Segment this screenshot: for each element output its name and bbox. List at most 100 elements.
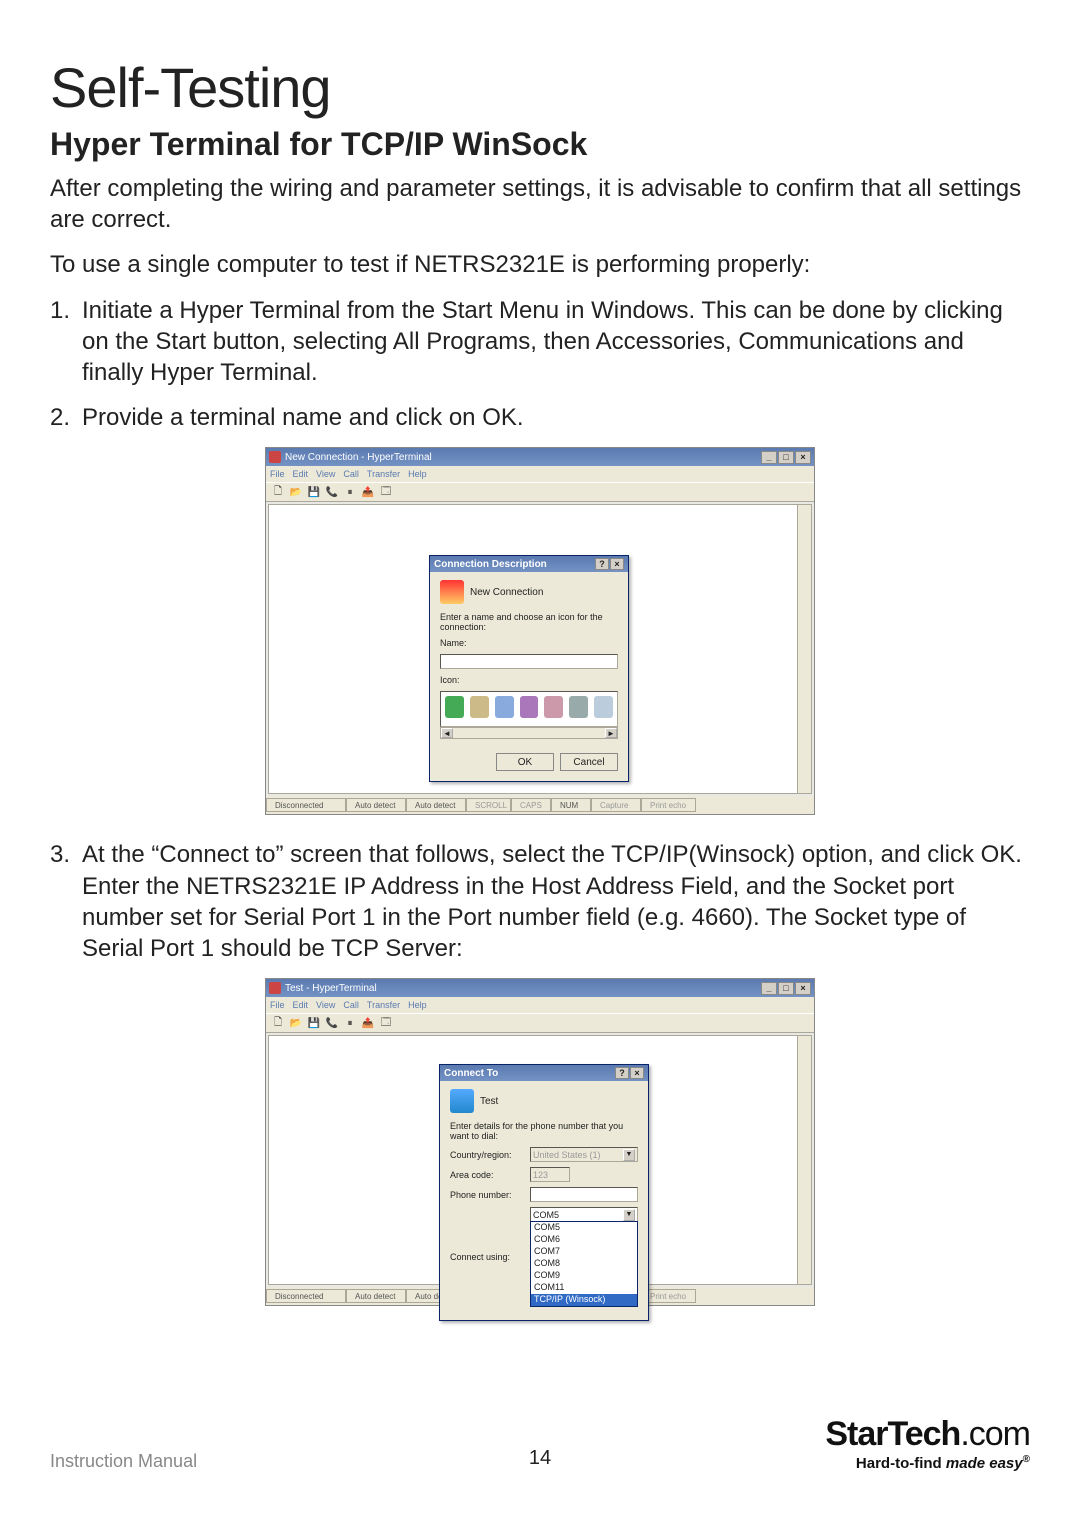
status-printecho: Print echo (641, 798, 696, 812)
icon-scrollbar[interactable]: ◄ ► (440, 727, 618, 739)
menu-edit[interactable]: Edit (293, 1000, 309, 1010)
cancel-button[interactable]: Cancel (560, 753, 618, 771)
window-title: Test - HyperTerminal (285, 983, 377, 994)
option-com5[interactable]: COM5 (531, 1222, 637, 1234)
toolbar-properties-icon[interactable]: 🗔 (378, 1015, 394, 1031)
menu-file[interactable]: File (270, 469, 285, 479)
option-com11[interactable]: COM11 (531, 1282, 637, 1294)
country-select[interactable]: United States (1)▼ (530, 1147, 638, 1162)
dialog-title: Connect To (444, 1068, 498, 1079)
option-com8[interactable]: COM8 (531, 1258, 637, 1270)
toolbar-send-icon[interactable]: 📤 (360, 1015, 376, 1031)
steps-list: Initiate a Hyper Terminal from the Start… (50, 295, 1030, 434)
screenshot-2: Test - HyperTerminal _ □ × File Edit Vie… (50, 978, 1030, 1306)
menu-file[interactable]: File (270, 1000, 285, 1010)
page-footer: Instruction Manual 14 StarTech.com Hard-… (50, 1415, 1030, 1472)
connection-icon (450, 1089, 474, 1113)
toolbar-open-icon[interactable]: 📂 (288, 1015, 304, 1031)
name-input[interactable] (440, 654, 618, 669)
menu-call[interactable]: Call (343, 469, 359, 479)
scrollbar-vertical[interactable] (797, 505, 811, 793)
option-tcpip-winsock[interactable]: TCP/IP (Winsock) (531, 1294, 637, 1306)
screenshot-1: New Connection - HyperTerminal _ □ × Fil… (50, 447, 1030, 815)
toolbar-disconnect-icon[interactable]: ⏸ (342, 1015, 358, 1031)
close-button[interactable]: × (795, 451, 811, 464)
icon-option-4[interactable] (520, 696, 539, 718)
menu-transfer[interactable]: Transfer (367, 469, 400, 479)
menu-help[interactable]: Help (408, 1000, 427, 1010)
option-com7[interactable]: COM7 (531, 1246, 637, 1258)
help-button[interactable]: ? (595, 558, 609, 570)
name-label: Name: (440, 638, 467, 648)
toolbar-call-icon[interactable]: 📞 (324, 1015, 340, 1031)
status-num: NUM (551, 798, 591, 812)
menu-edit[interactable]: Edit (293, 469, 309, 479)
intro-paragraph-2: To use a single computer to test if NETR… (50, 249, 1030, 280)
menu-view[interactable]: View (316, 469, 335, 479)
country-label: Country/region: (450, 1150, 530, 1160)
option-com9[interactable]: COM9 (531, 1270, 637, 1282)
icon-option-7[interactable] (594, 696, 613, 718)
status-connection: Disconnected (266, 798, 346, 812)
dialog-prompt: Enter a name and choose an icon for the … (440, 612, 618, 632)
areacode-input[interactable] (530, 1167, 570, 1182)
step-2: Provide a terminal name and click on OK. (82, 402, 1030, 433)
toolbar-save-icon[interactable]: 💾 (306, 484, 322, 500)
menu-help[interactable]: Help (408, 469, 427, 479)
menu-view[interactable]: View (316, 1000, 335, 1010)
chevron-down-icon: ▼ (623, 1209, 635, 1221)
scroll-right-icon[interactable]: ► (605, 728, 617, 738)
connectusing-listbox[interactable]: COM5 COM6 COM7 COM8 COM9 COM11 TCP/IP (W… (530, 1221, 638, 1307)
help-button[interactable]: ? (615, 1067, 629, 1079)
toolbar-call-icon[interactable]: 📞 (324, 484, 340, 500)
icon-picker[interactable] (440, 691, 618, 727)
close-button[interactable]: × (795, 982, 811, 995)
connect-to-dialog: Connect To ? × Test Enter details for th… (439, 1064, 649, 1321)
toolbar-properties-icon[interactable]: 🗔 (378, 484, 394, 500)
toolbar-open-icon[interactable]: 📂 (288, 484, 304, 500)
dialog-titlebar[interactable]: Connection Description ? × (430, 556, 628, 572)
toolbar-new-icon[interactable]: 🗋 (270, 484, 286, 500)
statusbar: Disconnected Auto detect Auto detect SCR… (266, 796, 814, 814)
scrollbar-vertical[interactable] (797, 1036, 811, 1284)
toolbar-disconnect-icon[interactable]: ⏸ (342, 484, 358, 500)
toolbar-save-icon[interactable]: 💾 (306, 1015, 322, 1031)
icon-option-5[interactable] (544, 696, 563, 718)
status-printecho: Print echo (641, 1289, 696, 1303)
menu-call[interactable]: Call (343, 1000, 359, 1010)
dialog-close-button[interactable]: × (610, 558, 624, 570)
phone-input[interactable] (530, 1187, 638, 1202)
ok-button[interactable]: OK (496, 753, 554, 771)
status-autodetect-1: Auto detect (346, 798, 406, 812)
option-com6[interactable]: COM6 (531, 1234, 637, 1246)
icon-option-6[interactable] (569, 696, 588, 718)
hyperterminal-window-2: Test - HyperTerminal _ □ × File Edit Vie… (265, 978, 815, 1306)
maximize-button[interactable]: □ (778, 982, 794, 995)
intro-paragraph-1: After completing the wiring and paramete… (50, 173, 1030, 235)
step-1: Initiate a Hyper Terminal from the Start… (82, 295, 1030, 389)
connectusing-select[interactable]: COM5▼ (530, 1207, 638, 1222)
icon-option-3[interactable] (495, 696, 514, 718)
window-titlebar[interactable]: Test - HyperTerminal _ □ × (266, 979, 814, 997)
icon-option-2[interactable] (470, 696, 489, 718)
menu-transfer[interactable]: Transfer (367, 1000, 400, 1010)
status-connection: Disconnected (266, 1289, 346, 1303)
toolbar-send-icon[interactable]: 📤 (360, 484, 376, 500)
terminal-body: Connection Description ? × New Connectio… (268, 504, 812, 794)
toolbar-new-icon[interactable]: 🗋 (270, 1015, 286, 1031)
icon-option-1[interactable] (445, 696, 464, 718)
scroll-left-icon[interactable]: ◄ (441, 728, 453, 738)
dialog-title: Connection Description (434, 559, 547, 570)
chevron-down-icon: ▼ (623, 1149, 635, 1161)
window-titlebar[interactable]: New Connection - HyperTerminal _ □ × (266, 448, 814, 466)
dialog-titlebar[interactable]: Connect To ? × (440, 1065, 648, 1081)
terminal-body: Connect To ? × Test Enter details for th… (268, 1035, 812, 1285)
maximize-button[interactable]: □ (778, 451, 794, 464)
minimize-button[interactable]: _ (761, 451, 777, 464)
app-icon (269, 982, 281, 994)
steps-list-continued: At the “Connect to” screen that follows,… (50, 839, 1030, 964)
page-title: Self-Testing (50, 55, 1030, 120)
minimize-button[interactable]: _ (761, 982, 777, 995)
dialog-close-button[interactable]: × (630, 1067, 644, 1079)
menubar: File Edit View Call Transfer Help (266, 997, 814, 1013)
